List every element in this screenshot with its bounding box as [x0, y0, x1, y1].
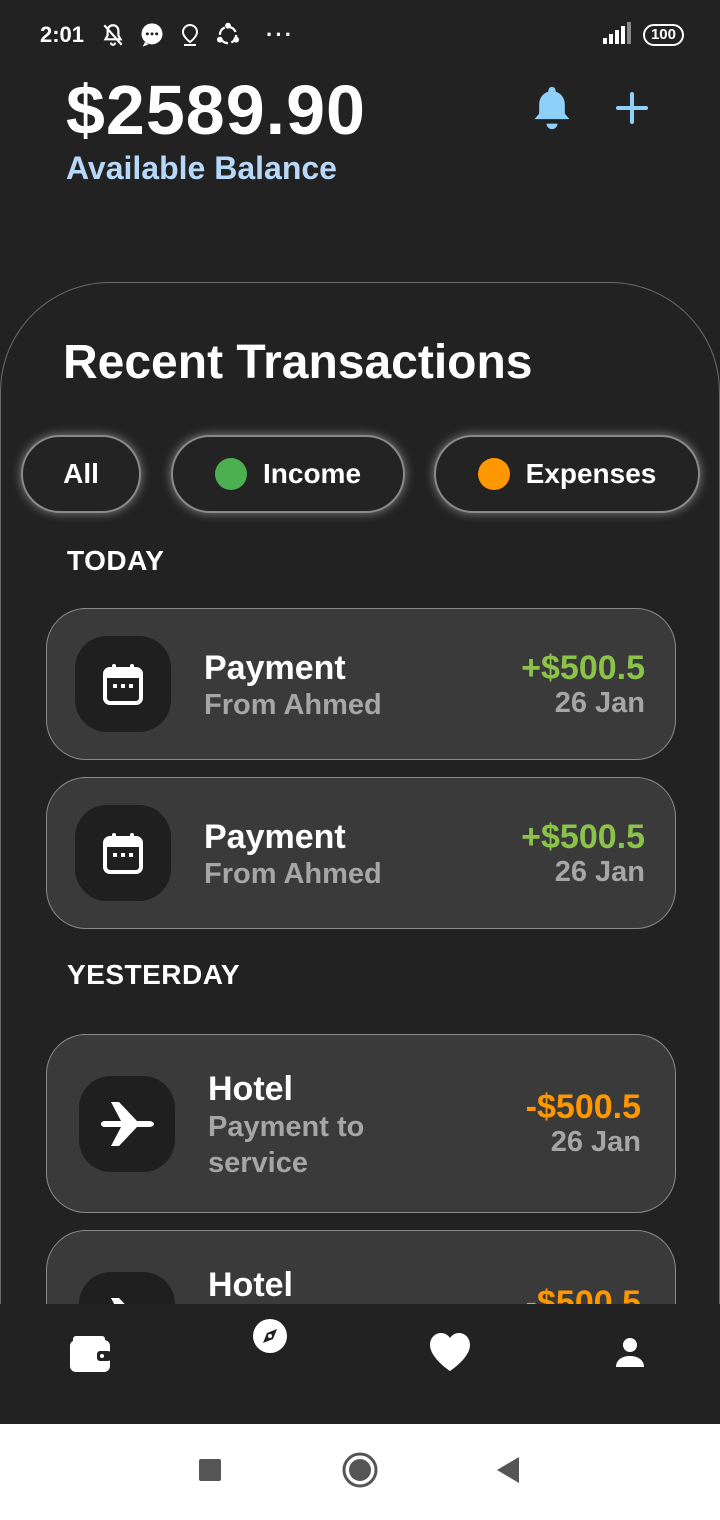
calendar-icon	[75, 636, 171, 732]
nav-profile[interactable]	[600, 1324, 660, 1384]
transaction-date: 26 Jan	[550, 1126, 641, 1158]
transaction-subtitle: From Ahmed	[204, 858, 382, 890]
income-dot-icon	[214, 458, 247, 490]
filter-chip-income[interactable]: Income	[171, 435, 405, 513]
system-nav-bar	[0, 1424, 720, 1520]
section-label-today: TODAY	[67, 545, 165, 576]
transaction-card[interactable]: Hotel -$500.5	[46, 1230, 676, 1304]
add-button[interactable]	[610, 84, 654, 132]
battery-indicator: 100	[642, 24, 684, 46]
user-icon	[614, 1336, 646, 1373]
filter-chip-expenses[interactable]: Expenses	[434, 435, 700, 513]
transaction-amount: -$500.5	[525, 1088, 641, 1126]
plus-icon	[610, 92, 654, 136]
nav-favorites[interactable]	[420, 1324, 480, 1384]
transaction-amount: -$500.5	[525, 1284, 641, 1304]
status-bar: 2:01 ··· 100	[0, 0, 720, 70]
airplane-icon	[79, 1272, 175, 1304]
back-triangle-icon	[495, 1456, 521, 1489]
chat-bubble-icon	[138, 21, 166, 49]
heart-icon	[428, 1332, 472, 1377]
location-icon	[178, 22, 202, 48]
transaction-card[interactable]: Payment From Ahmed +$500.5 26 Jan	[46, 608, 676, 760]
filter-chip-all[interactable]: All	[21, 435, 141, 513]
notifications-button[interactable]	[530, 84, 574, 132]
airplane-icon	[79, 1076, 175, 1172]
more-notifications-icon: ···	[266, 22, 295, 47]
transaction-title: Hotel	[208, 1070, 293, 1108]
wallet-icon	[69, 1335, 111, 1378]
transaction-title: Payment	[204, 649, 346, 687]
calendar-icon	[75, 805, 171, 901]
transaction-subtitle: From Ahmed	[204, 689, 382, 721]
balance-label: Available Balance	[66, 150, 337, 186]
panel-title: Recent Transactions	[63, 336, 533, 389]
filter-label: Income	[262, 458, 362, 489]
circle-icon	[341, 1451, 379, 1494]
home-button[interactable]	[338, 1450, 382, 1494]
filter-label: All	[63, 458, 99, 489]
transaction-date: 26 Jan	[554, 687, 645, 719]
transactions-panel: Recent Transactions All Income Expenses …	[0, 282, 720, 1304]
bottom-nav	[0, 1304, 720, 1424]
compass-icon	[252, 1318, 288, 1359]
nav-wallet[interactable]	[60, 1326, 120, 1386]
filter-label: Expenses	[525, 458, 657, 489]
bell-icon	[530, 86, 574, 136]
status-right: 100	[602, 21, 684, 49]
expenses-dot-icon	[477, 458, 510, 490]
transaction-title: Payment	[204, 818, 346, 856]
transaction-card[interactable]: Payment From Ahmed +$500.5 26 Jan	[46, 777, 676, 929]
transaction-subtitle: Payment to service	[208, 1111, 365, 1179]
nav-explore[interactable]	[240, 1308, 300, 1368]
section-label-yesterday: YESTERDAY	[67, 959, 241, 990]
square-icon	[198, 1458, 222, 1487]
transaction-amount: +$500.5	[521, 649, 645, 687]
transaction-date: 26 Jan	[554, 856, 645, 888]
recents-button[interactable]	[190, 1452, 230, 1492]
share-icon	[214, 21, 242, 49]
transaction-card[interactable]: Hotel Payment to service -$500.5 26 Jan	[46, 1034, 676, 1213]
notification-icons: ···	[100, 21, 294, 49]
balance-amount: $2589.90	[66, 71, 366, 149]
transaction-amount: +$500.5	[521, 818, 645, 856]
back-button[interactable]	[488, 1452, 528, 1492]
transaction-title: Hotel	[208, 1266, 293, 1304]
signal-icon	[602, 21, 633, 49]
bell-off-icon	[100, 22, 126, 48]
status-time: 2:01	[40, 22, 85, 47]
